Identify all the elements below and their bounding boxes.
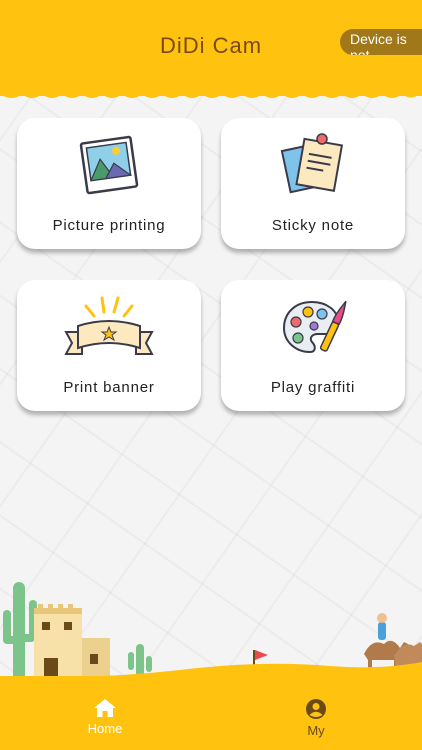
desert-scene-illustration [0, 582, 422, 690]
banner-icon [64, 296, 154, 355]
nav-label-home: Home [87, 721, 123, 736]
nav-home-tab[interactable]: Home [65, 698, 145, 736]
sticky-note-icon [280, 133, 344, 194]
device-status-badge[interactable]: Device is not connected [340, 29, 422, 55]
card-label: Picture printing [52, 217, 166, 234]
home-icon [94, 699, 116, 717]
sticky-note-card[interactable]: Sticky note [221, 118, 405, 249]
play-graffiti-card[interactable]: Play graffiti [221, 280, 405, 411]
bottom-navigation: Home My [0, 676, 422, 750]
nav-my-tab[interactable]: My [276, 698, 356, 738]
app-header: DiDi Cam Device is not connected [0, 0, 422, 96]
photo-icon [79, 135, 139, 195]
card-label: Print banner [63, 379, 155, 396]
cactus-icon [3, 582, 37, 684]
palette-icon [282, 300, 347, 354]
user-icon [306, 699, 326, 719]
card-label: Sticky note [271, 217, 355, 234]
picture-printing-card[interactable]: Picture printing [17, 118, 201, 249]
nav-label-my: My [307, 723, 325, 738]
header-wave-edge [0, 84, 422, 98]
card-label: Play graffiti [270, 379, 356, 396]
print-banner-card[interactable]: Print banner [17, 280, 201, 411]
